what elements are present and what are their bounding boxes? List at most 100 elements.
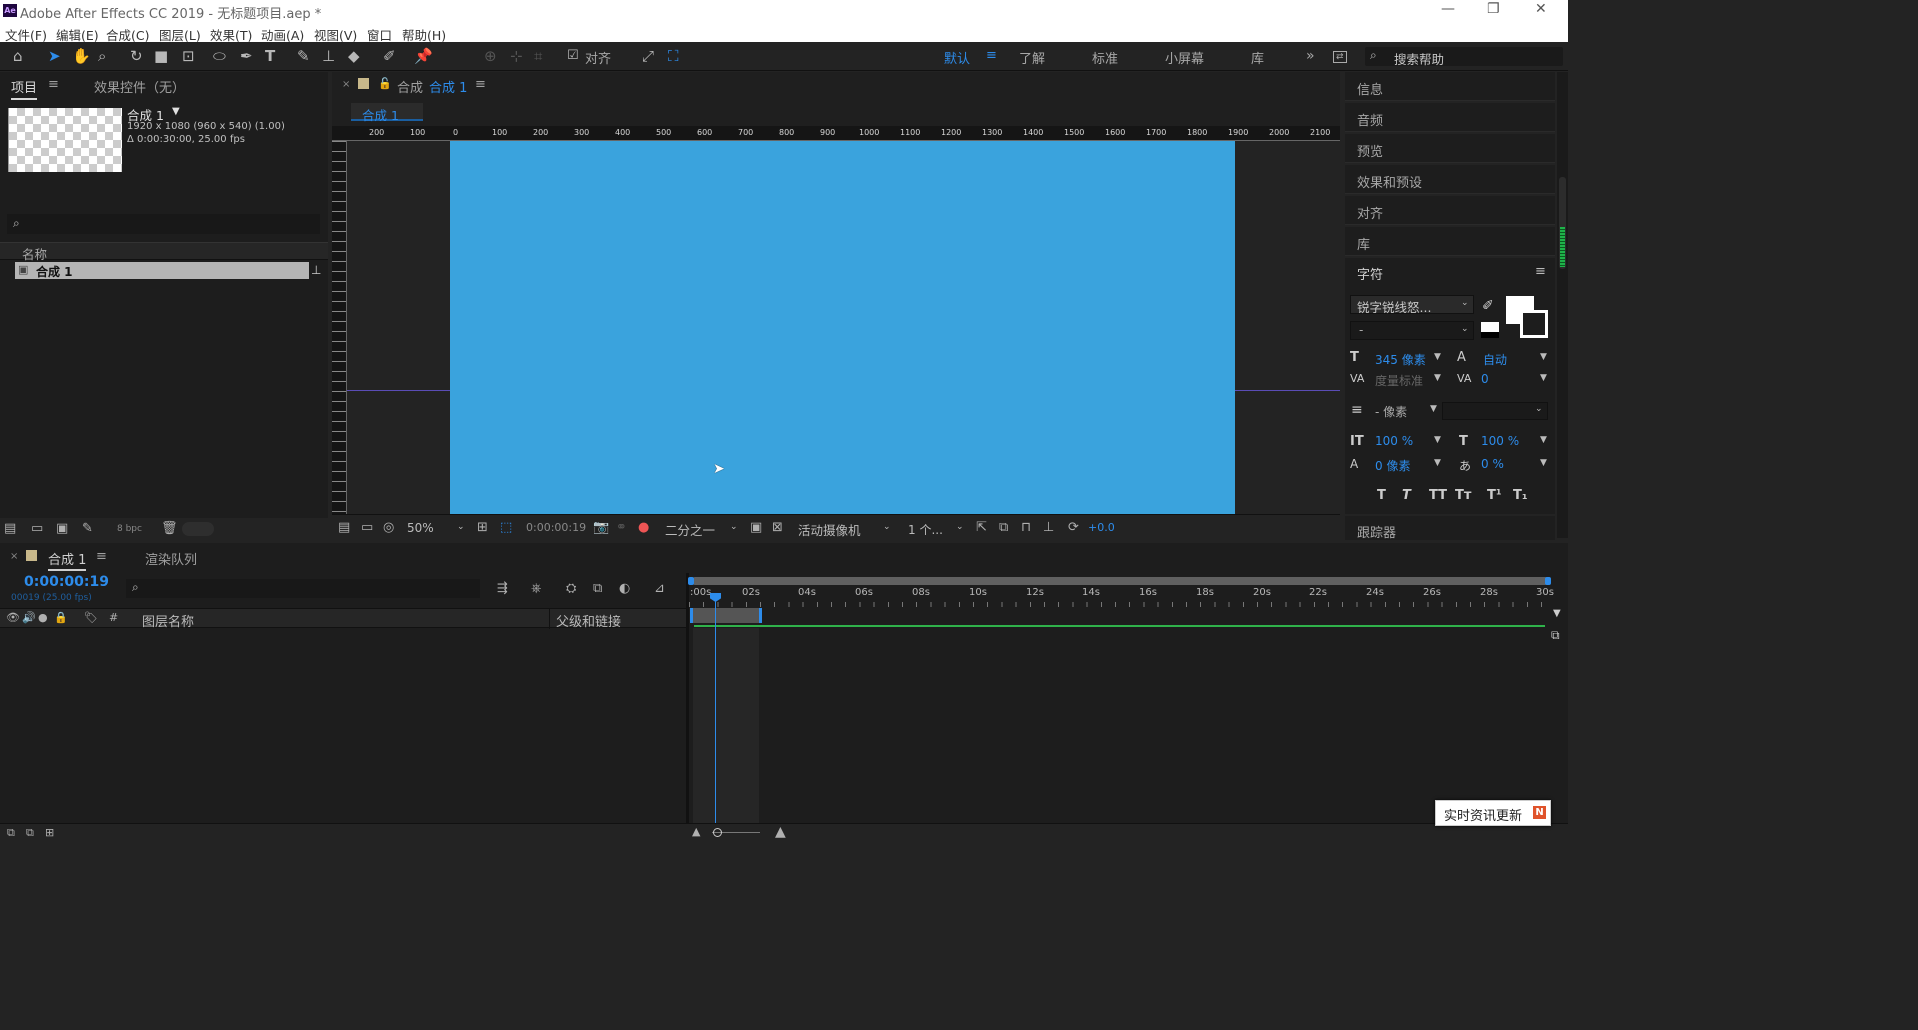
- draft-3d-icon[interactable]: ⎈: [531, 581, 541, 596]
- font-family-select[interactable]: 锐字锐线怒... ⌄: [1350, 295, 1474, 315]
- subscript-icon[interactable]: T₁: [1513, 488, 1528, 503]
- tab-effects-controls[interactable]: 效果控件（无）: [94, 77, 185, 96]
- timeline-menu-icon[interactable]: ≡: [96, 549, 107, 564]
- project-menu-icon[interactable]: ≡: [48, 77, 59, 92]
- camera-select[interactable]: 活动摄像机: [798, 520, 861, 539]
- lock-icon[interactable]: 🔒: [54, 611, 68, 624]
- ellipse-tool-icon[interactable]: ⬭: [213, 47, 226, 65]
- workspace-library[interactable]: 库: [1251, 48, 1264, 67]
- transparency-grid-icon[interactable]: ⊠: [772, 520, 783, 535]
- thumbnail-slider[interactable]: [182, 522, 214, 536]
- hand-tool-icon[interactable]: ✋: [72, 47, 91, 65]
- audio-icon[interactable]: 🔊: [22, 611, 36, 624]
- workspace-menu-icon[interactable]: ≡: [986, 48, 997, 63]
- font-style-select[interactable]: - ⌄: [1350, 321, 1474, 340]
- in-out-icon[interactable]: ⊞: [45, 826, 54, 839]
- comp-canvas[interactable]: [450, 141, 1235, 514]
- comp-marker-bin-icon[interactable]: ⧉: [1551, 628, 1560, 643]
- workspace-small-screen[interactable]: 小屏幕: [1165, 48, 1204, 67]
- close-icon[interactable]: ✕: [1535, 1, 1547, 17]
- chevron-down-icon[interactable]: ▼: [1434, 435, 1441, 445]
- eyedropper-icon[interactable]: ✐: [1482, 298, 1494, 314]
- new-folder-icon[interactable]: ▭: [31, 521, 43, 536]
- timeline-icon[interactable]: ⊓: [1021, 520, 1031, 535]
- workspace-standard[interactable]: 标准: [1092, 48, 1118, 67]
- current-time[interactable]: 0:00:00:19: [24, 574, 109, 590]
- panel-align[interactable]: 对齐: [1345, 196, 1555, 225]
- roto-brush-tool-icon[interactable]: ✐: [383, 47, 396, 65]
- solo-icon[interactable]: ●: [38, 611, 48, 624]
- stroke-width-value[interactable]: - 像素: [1375, 403, 1407, 420]
- snapshot-icon[interactable]: 📷: [593, 520, 609, 535]
- home-icon[interactable]: ⌂: [13, 47, 23, 65]
- playhead-line[interactable]: [715, 593, 716, 823]
- brush-tool-icon[interactable]: ✎: [297, 47, 310, 65]
- panel-tracker[interactable]: 跟踪器: [1345, 516, 1555, 541]
- toggle-pixel-aspect-icon[interactable]: ⇱: [976, 520, 987, 535]
- label-tag-icon[interactable]: 🏷: [84, 611, 98, 624]
- baseline-shift-value[interactable]: 0 像素: [1375, 457, 1410, 474]
- viewer-timecode[interactable]: 0:00:00:19: [526, 521, 586, 534]
- chevron-down-icon[interactable]: ▼: [1540, 373, 1547, 383]
- column-name[interactable]: 名称: [22, 244, 47, 263]
- zoom-tool-icon[interactable]: ⌕: [98, 47, 106, 65]
- minimize-icon[interactable]: —: [1441, 1, 1455, 17]
- flowchart-icon[interactable]: ⊥: [311, 263, 321, 277]
- trash-icon[interactable]: 🗑: [161, 521, 178, 536]
- chevron-down-icon[interactable]: ⌄: [730, 522, 738, 532]
- work-area-bar[interactable]: [692, 577, 1548, 585]
- comp-dropdown-icon[interactable]: ▼: [172, 106, 180, 117]
- always-preview-icon[interactable]: ▤: [338, 520, 350, 535]
- kerning-value[interactable]: 度量标准: [1375, 372, 1423, 389]
- shy-layers-icon[interactable]: ⛭: [566, 581, 576, 596]
- comp-tab-name[interactable]: 合成 1: [429, 77, 467, 96]
- align-checkbox[interactable]: ☑: [567, 47, 579, 65]
- eye-icon[interactable]: 👁: [6, 611, 20, 624]
- pan-behind-tool-icon[interactable]: ⊡: [182, 47, 195, 65]
- eraser-tool-icon[interactable]: ◆: [348, 47, 360, 65]
- chevron-down-icon[interactable]: ⌄: [883, 522, 891, 532]
- work-area-start-handle[interactable]: [688, 577, 694, 585]
- stroke-type-select[interactable]: ⌄: [1442, 402, 1548, 420]
- zoom-out-icon[interactable]: ▲: [692, 825, 700, 838]
- close-tab-icon[interactable]: ×: [10, 551, 18, 562]
- all-caps-icon[interactable]: TT: [1429, 488, 1447, 503]
- mask-visibility-icon[interactable]: ⬚: [500, 520, 512, 535]
- color-channels-icon[interactable]: ●: [638, 520, 649, 535]
- work-area-end-handle[interactable]: [1545, 577, 1551, 585]
- region-of-interest-icon[interactable]: ▣: [750, 520, 762, 535]
- chevron-down-icon[interactable]: ▼: [1540, 435, 1547, 445]
- grid-icon[interactable]: ⊞: [477, 520, 488, 535]
- panel-audio[interactable]: 音频: [1345, 103, 1555, 132]
- bpc-label[interactable]: 8 bpc: [117, 524, 142, 534]
- vertical-scale-value[interactable]: 100 %: [1375, 434, 1413, 448]
- layer-search-input[interactable]: ⌕: [126, 579, 480, 598]
- faux-bold-icon[interactable]: T: [1377, 488, 1386, 503]
- project-item-row[interactable]: ▣ 合成 1: [15, 262, 309, 279]
- graph-editor-icon[interactable]: ⊿: [654, 581, 665, 596]
- pen-tool-icon[interactable]: ✒: [240, 47, 253, 65]
- zoom-select[interactable]: 50%: [407, 521, 434, 535]
- panel-effects-presets[interactable]: 效果和预设: [1345, 165, 1555, 194]
- flowchart-icon[interactable]: ⊥: [1043, 520, 1054, 535]
- tab-project[interactable]: 项目: [11, 77, 38, 100]
- tab-timeline-comp[interactable]: 合成 1: [48, 549, 87, 571]
- column-layer-name[interactable]: 图层名称: [142, 611, 194, 630]
- faux-italic-icon[interactable]: T: [1402, 488, 1411, 503]
- chevron-down-icon[interactable]: ▼: [1540, 352, 1547, 362]
- frame-blending-icon[interactable]: ⧉: [593, 581, 602, 596]
- panel-libraries[interactable]: 库: [1345, 227, 1555, 256]
- tab-render-queue[interactable]: 渲染队列: [145, 549, 197, 568]
- selection-tool-icon[interactable]: ➤: [48, 47, 61, 65]
- restore-icon[interactable]: ❐: [1487, 1, 1500, 17]
- workspace-default[interactable]: 默认: [944, 48, 970, 67]
- chevron-down-icon[interactable]: ▼: [1540, 458, 1547, 468]
- monitor-icon[interactable]: ▭: [361, 520, 373, 535]
- fast-previews-icon[interactable]: ⧉: [999, 520, 1008, 535]
- snap-icon[interactable]: ⤢: [642, 47, 654, 65]
- horizontal-scale-value[interactable]: 100 %: [1481, 434, 1519, 448]
- close-tab-icon[interactable]: ×: [342, 79, 350, 90]
- lock-icon[interactable]: 🔓: [378, 77, 392, 90]
- leading-value[interactable]: 自动: [1483, 351, 1507, 368]
- panel-info[interactable]: 信息: [1345, 72, 1555, 101]
